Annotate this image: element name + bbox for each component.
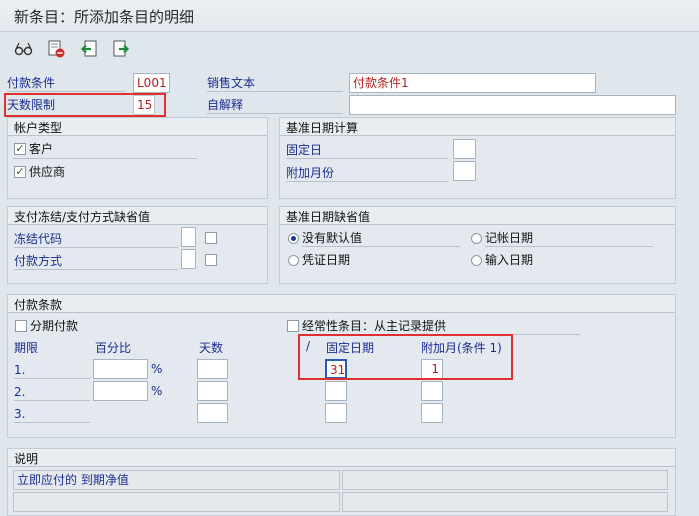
own-explanation-field[interactable] — [349, 95, 676, 115]
baseline-default-title: 基准日期缺省值 — [286, 210, 371, 224]
vendor-label: 供应商 — [29, 165, 66, 179]
radio-entry-date[interactable] — [471, 255, 482, 266]
payment-term-label: 付款条件 — [7, 75, 125, 92]
term-row-label: 1. — [14, 362, 90, 379]
recurring-checkbox[interactable] — [287, 320, 299, 332]
radio-posting-date-label: 记帐日期 — [485, 230, 653, 247]
baseline-calc-header: 基准日期计算 — [280, 118, 675, 136]
days-field-1[interactable] — [197, 359, 228, 379]
radio-document-date-label: 凭证日期 — [302, 253, 351, 267]
payment-terms-title: 付款条款 — [14, 298, 63, 312]
toolbar — [0, 33, 699, 65]
block-key-label: 冻结代码 — [14, 231, 178, 248]
percent-sign-1: % — [151, 362, 163, 376]
customer-divider — [13, 158, 197, 159]
payment-method-label: 付款方式 — [14, 253, 178, 270]
sales-text-label: 销售文本 — [207, 75, 343, 92]
delete-icon[interactable] — [45, 38, 67, 60]
page-title: 新条目：所添加条目的明细 — [14, 8, 195, 26]
extra-months-field[interactable] — [453, 161, 476, 181]
account-type-title: 帐户类型 — [14, 121, 63, 135]
days-field-2[interactable] — [197, 381, 228, 401]
own-explanation-label: 自解释 — [207, 97, 343, 114]
radio-entry-date-label: 输入日期 — [485, 253, 534, 267]
vendor-checkbox[interactable]: ✓ — [14, 166, 26, 178]
baseline-default-header: 基准日期缺省值 — [280, 207, 675, 225]
radio-no-default[interactable] — [288, 233, 299, 244]
explanation-line-1: 立即应付的 到期净值 — [13, 470, 340, 490]
term-row-label: 2. — [14, 384, 90, 401]
highlight-day-limit — [4, 93, 166, 117]
radio-posting-date[interactable] — [471, 233, 482, 244]
explanation-header: 说明 — [8, 449, 675, 467]
installment-checkbox[interactable] — [15, 320, 27, 332]
col-days-header: 天数 — [199, 341, 224, 355]
col-term-header: 期限 — [14, 341, 39, 355]
glasses-icon[interactable] — [13, 38, 35, 60]
block-payment-header: 支付冻结/支付方式缺省值 — [8, 207, 267, 225]
block-key-checkbox[interactable] — [205, 232, 217, 244]
percent-field-1[interactable] — [93, 359, 148, 379]
next-entry-icon[interactable] — [110, 38, 132, 60]
block-payment-title: 支付冻结/支付方式缺省值 — [14, 210, 151, 224]
previous-entry-icon[interactable] — [78, 38, 100, 60]
fixed-day-field[interactable] — [453, 139, 476, 159]
payment-method-checkbox[interactable] — [205, 254, 217, 266]
extra-month-field-3[interactable] — [421, 403, 443, 423]
fixed-day-label: 固定日 — [286, 142, 448, 159]
highlight-fixed-date — [298, 334, 513, 380]
fixed-date-field-3[interactable] — [325, 403, 347, 423]
percent-sign-2: % — [151, 384, 163, 398]
baseline-calc-title: 基准日期计算 — [286, 121, 359, 135]
payment-terms-header: 付款条款 — [8, 295, 675, 313]
explanation-line-1b — [342, 470, 668, 490]
customer-label: 客户 — [29, 142, 54, 156]
explanation-line-2b — [342, 492, 668, 512]
percent-field-2[interactable] — [93, 381, 148, 401]
explanation-title: 说明 — [14, 452, 39, 466]
explanation-line-2 — [13, 492, 340, 512]
installment-label: 分期付款 — [30, 319, 79, 333]
customer-checkbox[interactable]: ✓ — [14, 143, 26, 155]
extra-months-label: 附加月份 — [286, 165, 448, 182]
col-percent-header: 百分比 — [95, 341, 132, 355]
radio-document-date[interactable] — [288, 255, 299, 266]
recurring-label: 经常性条目：从主记录提供 — [302, 318, 580, 335]
account-type-header: 帐户类型 — [8, 118, 267, 136]
term-row-label: 3. — [14, 406, 90, 423]
fixed-date-field-2[interactable] — [325, 381, 347, 401]
payment-term-field[interactable]: L001 — [133, 73, 170, 93]
radio-no-default-label: 没有默认值 — [302, 230, 460, 247]
sales-text-field[interactable]: 付款条件1 — [349, 73, 596, 93]
extra-month-field-2[interactable] — [421, 381, 443, 401]
days-field-3[interactable] — [197, 403, 228, 423]
payment-method-field[interactable] — [181, 249, 196, 269]
block-key-field[interactable] — [181, 227, 196, 247]
